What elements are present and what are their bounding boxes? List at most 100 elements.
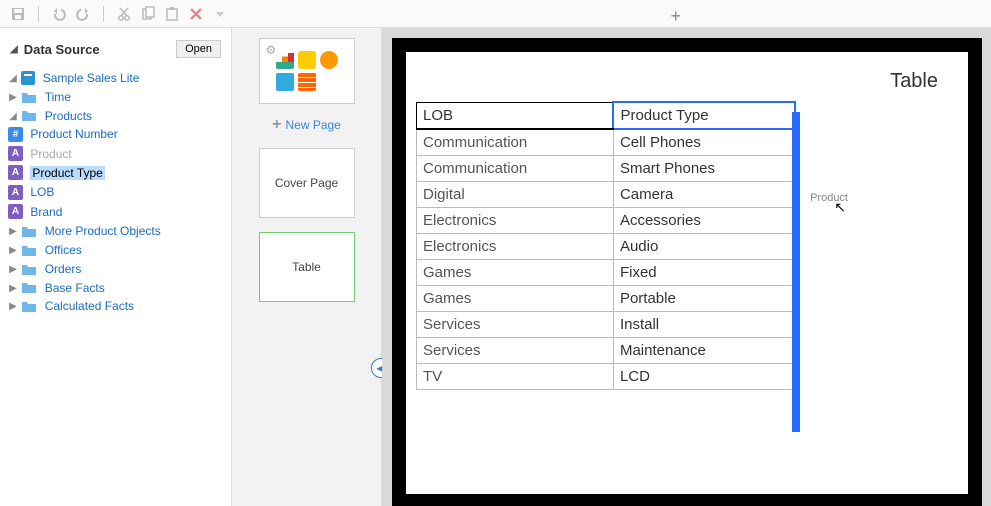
table-cell[interactable]: Digital: [417, 182, 614, 208]
table-header[interactable]: Product Type: [613, 102, 795, 129]
cursor-icon: ↖: [834, 199, 846, 216]
open-button[interactable]: Open: [176, 40, 221, 58]
table-header[interactable]: LOB: [417, 102, 614, 129]
tree-label[interactable]: Brand: [30, 205, 62, 219]
tree-label-selected[interactable]: Product Type: [30, 166, 105, 180]
tree-node-orders[interactable]: ▶ Orders: [8, 259, 223, 278]
table-cell[interactable]: Portable: [613, 286, 795, 312]
tree-node-more-products[interactable]: ▶ More Product Objects: [8, 221, 223, 240]
tree-node-products[interactable]: ◢ Products: [8, 106, 223, 125]
table-row[interactable]: GamesPortable: [417, 286, 796, 312]
undo-icon[interactable]: [51, 6, 67, 22]
table-row[interactable]: TVLCD: [417, 364, 796, 390]
cut-icon[interactable]: [116, 6, 132, 22]
table-cell[interactable]: Maintenance: [613, 338, 795, 364]
folder-icon: [21, 243, 37, 257]
canvas: Table LOB Product Type CommunicationCell…: [382, 28, 991, 506]
table-row[interactable]: CommunicationSmart Phones: [417, 156, 796, 182]
page-title: Table: [406, 52, 968, 101]
paste-icon[interactable]: [164, 6, 180, 22]
tree-label[interactable]: LOB: [30, 185, 54, 199]
tree-node-product-type[interactable]: A Product Type: [8, 163, 223, 182]
tree-label[interactable]: More Product Objects: [45, 224, 161, 238]
chevron-right-icon[interactable]: ▶: [8, 283, 18, 294]
chevron-right-icon[interactable]: ▶: [8, 92, 18, 103]
table-cell[interactable]: TV: [417, 364, 614, 390]
chevron-down-icon[interactable]: ◢: [8, 111, 18, 122]
tree-node-calc-facts[interactable]: ▶ Calculated Facts: [8, 296, 223, 315]
chevron-right-icon[interactable]: ▶: [8, 301, 18, 312]
tree-label[interactable]: Product Number: [30, 127, 117, 141]
viz-palette[interactable]: ⚙: [259, 38, 355, 104]
tree-node-brand[interactable]: A Brand: [8, 202, 223, 221]
chevron-right-icon[interactable]: ▶: [8, 245, 18, 256]
table-cell[interactable]: Smart Phones: [613, 156, 795, 182]
table-row[interactable]: ElectronicsAccessories: [417, 208, 796, 234]
palette-grid-icon[interactable]: [298, 73, 316, 91]
add-tab-icon[interactable]: +: [670, 6, 681, 27]
table-row[interactable]: DigitalCamera: [417, 182, 796, 208]
table-row[interactable]: CommunicationCell Phones: [417, 129, 796, 156]
delete-icon[interactable]: [188, 6, 204, 22]
tree-node-base-facts[interactable]: ▶ Base Facts: [8, 278, 223, 297]
table-cell[interactable]: Communication: [417, 156, 614, 182]
table-cell[interactable]: Cell Phones: [613, 129, 795, 156]
table-cell[interactable]: Services: [417, 312, 614, 338]
table-row[interactable]: ServicesMaintenance: [417, 338, 796, 364]
gear-icon[interactable]: ⚙: [266, 43, 277, 57]
data-table[interactable]: LOB Product Type CommunicationCell Phone…: [416, 101, 796, 390]
table-cell[interactable]: Accessories: [613, 208, 795, 234]
tree-node-offices[interactable]: ▶ Offices: [8, 240, 223, 259]
table-cell[interactable]: Install: [613, 312, 795, 338]
page-thumb-cover[interactable]: Cover Page: [259, 148, 355, 218]
tree-node-lob[interactable]: A LOB: [8, 182, 223, 201]
redo-icon[interactable]: [75, 6, 91, 22]
column-drop-indicator: [792, 112, 800, 432]
tree-node-product-number[interactable]: # Product Number: [8, 124, 223, 143]
table-cell[interactable]: LCD: [613, 364, 795, 390]
tree-node-root[interactable]: ◢ Sample Sales Lite: [8, 68, 223, 87]
table-header-row: LOB Product Type: [417, 102, 796, 129]
tree-label[interactable]: Sample Sales Lite: [43, 71, 140, 85]
chevron-right-icon[interactable]: ▶: [8, 226, 18, 237]
collapse-icon[interactable]: ◢: [10, 44, 18, 55]
chevron-right-icon[interactable]: ▶: [8, 264, 18, 275]
tree-label[interactable]: Products: [45, 108, 92, 122]
table-row[interactable]: ServicesInstall: [417, 312, 796, 338]
table-cell[interactable]: Games: [417, 260, 614, 286]
save-icon[interactable]: [10, 6, 26, 22]
tree-label[interactable]: Time: [45, 90, 71, 104]
table-cell[interactable]: Fixed: [613, 260, 795, 286]
palette-barchart-icon[interactable]: [276, 51, 294, 69]
chevron-down-icon[interactable]: ◢: [8, 73, 18, 84]
table-row[interactable]: ElectronicsAudio: [417, 234, 796, 260]
table-cell[interactable]: Camera: [613, 182, 795, 208]
palette-play-icon[interactable]: [320, 51, 338, 69]
number-field-icon: #: [8, 127, 23, 142]
table-cell[interactable]: Electronics: [417, 208, 614, 234]
tree-label[interactable]: Calculated Facts: [45, 299, 134, 313]
palette-book-icon[interactable]: [276, 73, 294, 91]
tree-label[interactable]: Product: [30, 147, 71, 161]
tree-node-time[interactable]: ▶ Time: [8, 87, 223, 106]
dropdown-icon[interactable]: [212, 6, 228, 22]
table-cell[interactable]: Electronics: [417, 234, 614, 260]
tree-label[interactable]: Orders: [45, 262, 82, 276]
tree-node-product[interactable]: A Product: [8, 144, 223, 163]
tree-label[interactable]: Offices: [45, 243, 82, 257]
new-page-button[interactable]: + New Page: [272, 116, 341, 134]
table-cell[interactable]: Services: [417, 338, 614, 364]
page-thumb-table[interactable]: Table: [259, 232, 355, 302]
workspace: ◢ Data Source Open ◢ Sample Sales Lite ▶…: [0, 28, 991, 506]
report-page[interactable]: Table LOB Product Type CommunicationCell…: [392, 38, 982, 506]
folder-icon: [21, 108, 37, 122]
palette-columnchart-icon[interactable]: [298, 51, 316, 69]
tree-label[interactable]: Base Facts: [45, 280, 105, 294]
table-cell[interactable]: Audio: [613, 234, 795, 260]
table-cell[interactable]: Games: [417, 286, 614, 312]
table-cell[interactable]: Communication: [417, 129, 614, 156]
copy-icon[interactable]: [140, 6, 156, 22]
table-row[interactable]: GamesFixed: [417, 260, 796, 286]
data-source-panel: ◢ Data Source Open ◢ Sample Sales Lite ▶…: [0, 28, 232, 506]
attribute-icon: A: [8, 204, 23, 219]
